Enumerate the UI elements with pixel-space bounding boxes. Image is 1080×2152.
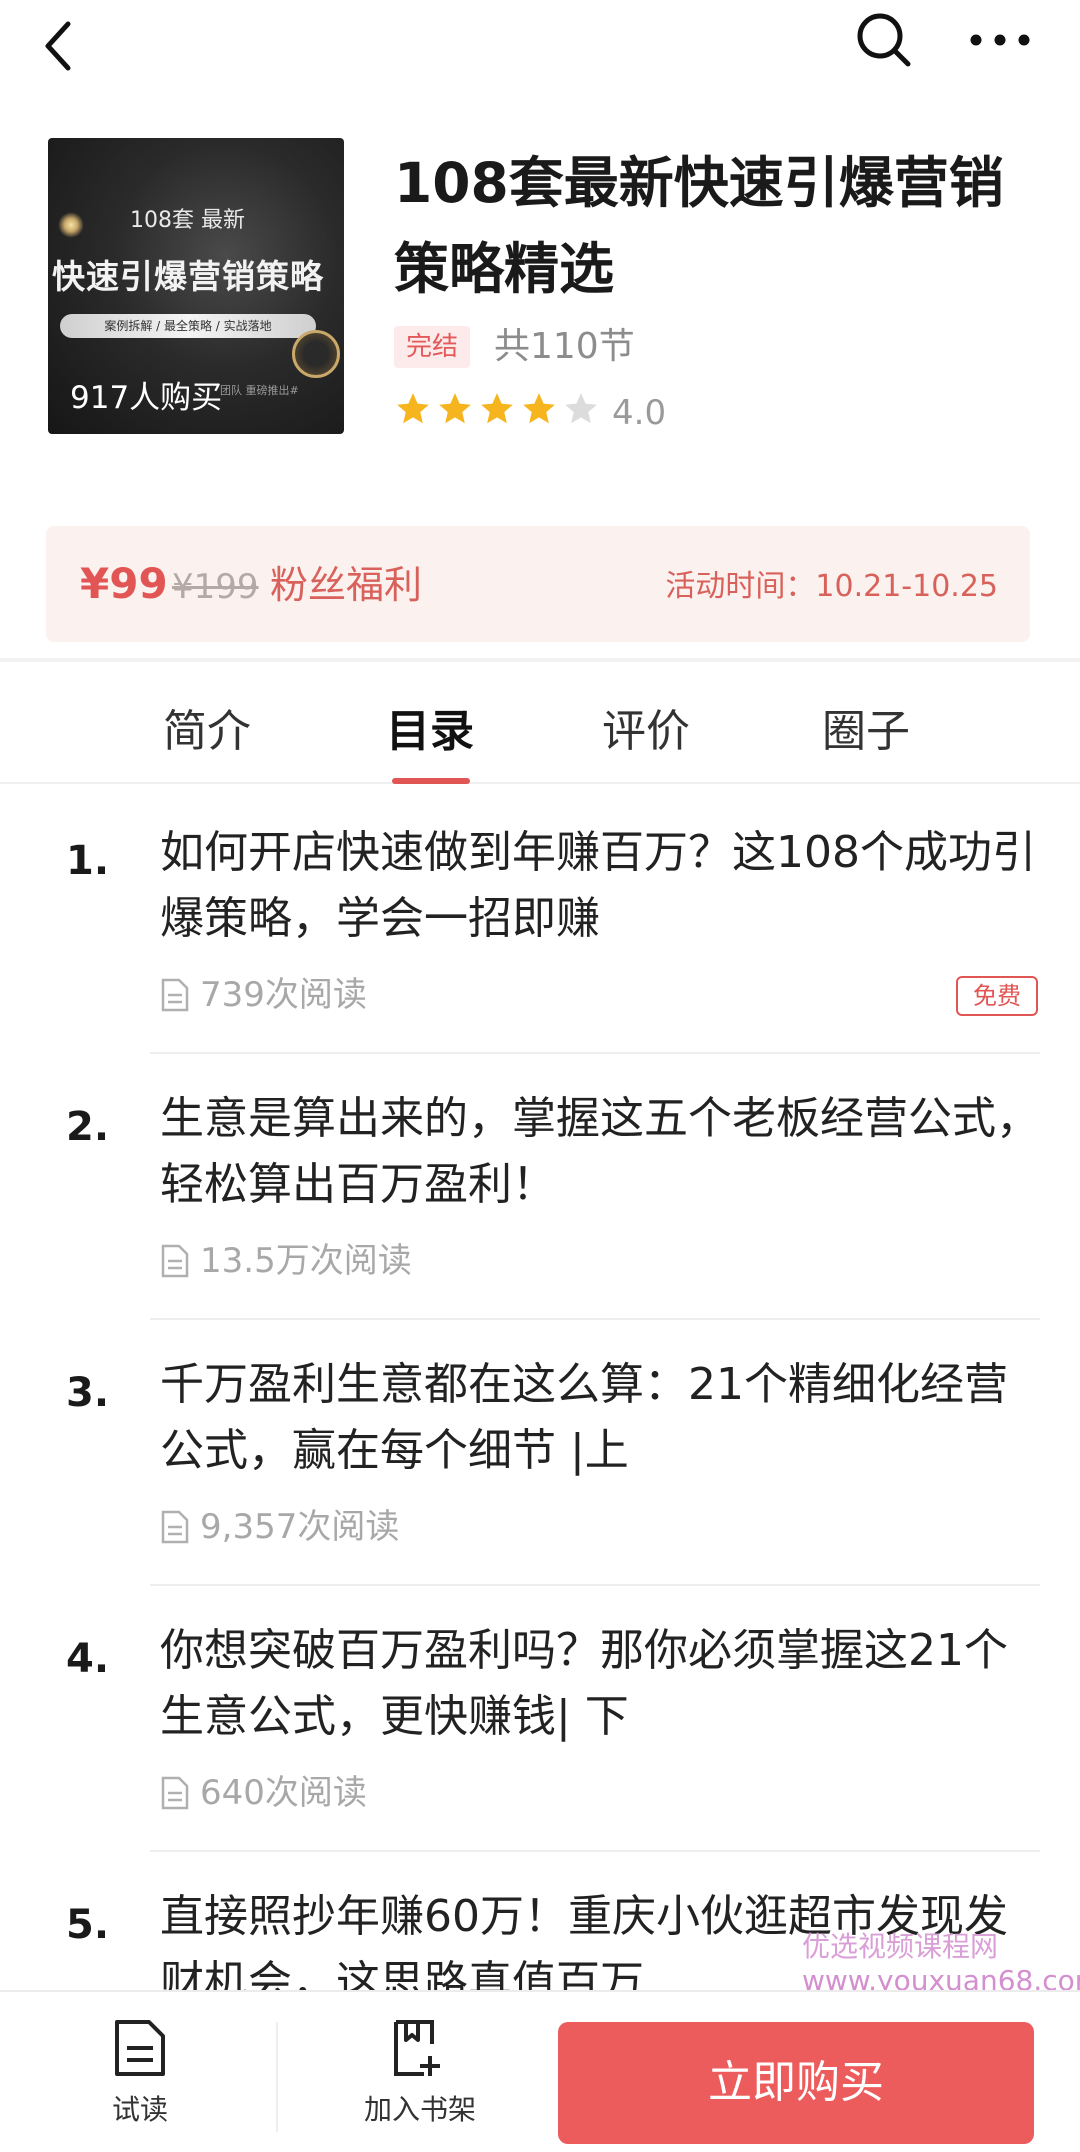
item-title: 千万盈利生意都在这么算：21个精细化经营公式，赢在每个细节 |上 <box>160 1359 1008 1476</box>
item-title: 如何开店快速做到年赚百万？这108个成功引爆策略，学会一招即赚 <box>160 827 1036 944</box>
item-meta: 739次阅读 <box>160 970 367 1020</box>
item-number: 3. <box>66 1370 110 1416</box>
search-button[interactable] <box>852 8 916 72</box>
tab-bar: 简介 目录 评价 圈子 <box>0 662 1080 784</box>
original-price: ¥199 <box>172 567 259 607</box>
item-separator <box>150 1584 1040 1586</box>
item-title: 生意是算出来的，掌握这五个老板经营公式，轻松算出百万盈利！ <box>160 1093 1040 1210</box>
current-price: ¥99 <box>80 559 168 608</box>
tab-intro[interactable]: 简介 <box>163 702 251 762</box>
bookmark-add-icon <box>394 2020 440 2076</box>
more-dots-icon <box>970 34 1030 46</box>
promo-label: 粉丝福利 <box>270 563 423 607</box>
watermark-line1: 优选视频课程网 <box>802 1930 999 1963</box>
cover-small-text: 团队 重磅推出# <box>220 384 299 397</box>
search-icon <box>857 13 911 67</box>
trial-read-button[interactable]: 试读 <box>60 1992 220 2152</box>
promo-bar: ¥99 ¥199 粉丝福利 活动时间：10.21-10.25 <box>46 526 1030 642</box>
add-to-shelf-button[interactable]: 加入书架 <box>340 1992 500 2152</box>
read-count: 739次阅读 <box>200 975 367 1015</box>
document-icon <box>161 978 189 1012</box>
item-number: 4. <box>66 1636 110 1682</box>
read-count: 9,357次阅读 <box>200 1507 400 1547</box>
lesson-count: 共110节 <box>494 326 635 367</box>
trial-read-label: 试读 <box>111 2093 168 2126</box>
course-cover[interactable]: 108套 最新 快速引爆营销策略 案例拆解 / 最全策略 / 实战落地 团队 重… <box>48 138 344 434</box>
bottom-separator <box>276 2022 278 2132</box>
tab-catalog[interactable]: 目录 <box>386 702 474 762</box>
free-badge: 免费 <box>956 976 1038 1016</box>
document-icon <box>161 1776 189 1810</box>
item-meta: 640次阅读 <box>160 1768 367 1818</box>
list-item[interactable]: 2. 生意是算出来的，掌握这五个老板经营公式，轻松算出百万盈利！ 13.5万次阅… <box>0 1086 1080 1322</box>
item-meta: 9,357次阅读 <box>160 1502 399 1552</box>
list-item[interactable]: 4. 你想突破百万盈利吗？那你必须掌握这21个生意公式，更快赚钱| 下 640次… <box>0 1618 1080 1854</box>
item-number: 5. <box>66 1902 110 1948</box>
item-separator <box>150 1850 1040 1852</box>
document-icon <box>115 2020 165 2076</box>
more-button[interactable] <box>962 8 1038 72</box>
add-to-shelf-label: 加入书架 <box>363 2093 476 2126</box>
back-arrow-icon <box>45 21 71 71</box>
star-filled-icon <box>481 393 513 424</box>
document-icon <box>161 1510 189 1544</box>
buyer-count: 917人购买 <box>70 380 223 416</box>
star-empty-icon <box>565 393 597 424</box>
list-item[interactable]: 1. 如何开店快速做到年赚百万？这108个成功引爆策略，学会一招即赚 739次阅… <box>0 820 1080 1056</box>
read-count: 13.5万次阅读 <box>200 1241 412 1281</box>
active-tab-indicator <box>392 778 470 784</box>
item-meta: 13.5万次阅读 <box>160 1236 412 1286</box>
cover-subtitle: 108套 最新 <box>130 208 245 233</box>
buy-now-button[interactable]: 立即购买 <box>558 2022 1034 2144</box>
cover-tagline: 案例拆解 / 最全策略 / 实战落地 <box>60 314 316 338</box>
watermark: 优选视频课程网 www.youxuan68.com <box>802 1930 1080 1998</box>
tab-circle[interactable]: 圈子 <box>822 702 910 762</box>
top-bar <box>0 0 1080 100</box>
star-filled-icon <box>397 393 429 424</box>
star-filled-icon <box>439 393 471 424</box>
rating-value: 4.0 <box>612 393 667 433</box>
back-button[interactable] <box>30 18 86 74</box>
cover-spark-decoration <box>58 212 84 238</box>
item-title: 你想突破百万盈利吗？那你必须掌握这21个生意公式，更快赚钱| 下 <box>160 1625 1008 1742</box>
star-filled-icon <box>523 393 555 424</box>
course-title: 108套最新快速引爆营销策略精选 <box>394 151 1004 301</box>
item-separator <box>150 1318 1040 1320</box>
read-count: 640次阅读 <box>200 1773 367 1813</box>
tab-reviews[interactable]: 评价 <box>602 702 690 762</box>
item-separator <box>150 1052 1040 1054</box>
promo-time: 活动时间：10.21-10.25 <box>665 569 998 604</box>
bottom-action-bar: 试读 加入书架 立即购买 <box>0 1990 1080 2152</box>
item-number: 2. <box>66 1104 110 1150</box>
item-number: 1. <box>66 838 110 884</box>
document-icon <box>161 1244 189 1278</box>
star-rating <box>394 390 600 436</box>
list-item[interactable]: 3. 千万盈利生意都在这么算：21个精细化经营公式，赢在每个细节 |上 9,35… <box>0 1352 1080 1588</box>
cover-title: 快速引爆营销策略 <box>52 257 324 296</box>
status-badge: 完结 <box>394 326 471 368</box>
cover-ring-decoration <box>292 330 340 378</box>
